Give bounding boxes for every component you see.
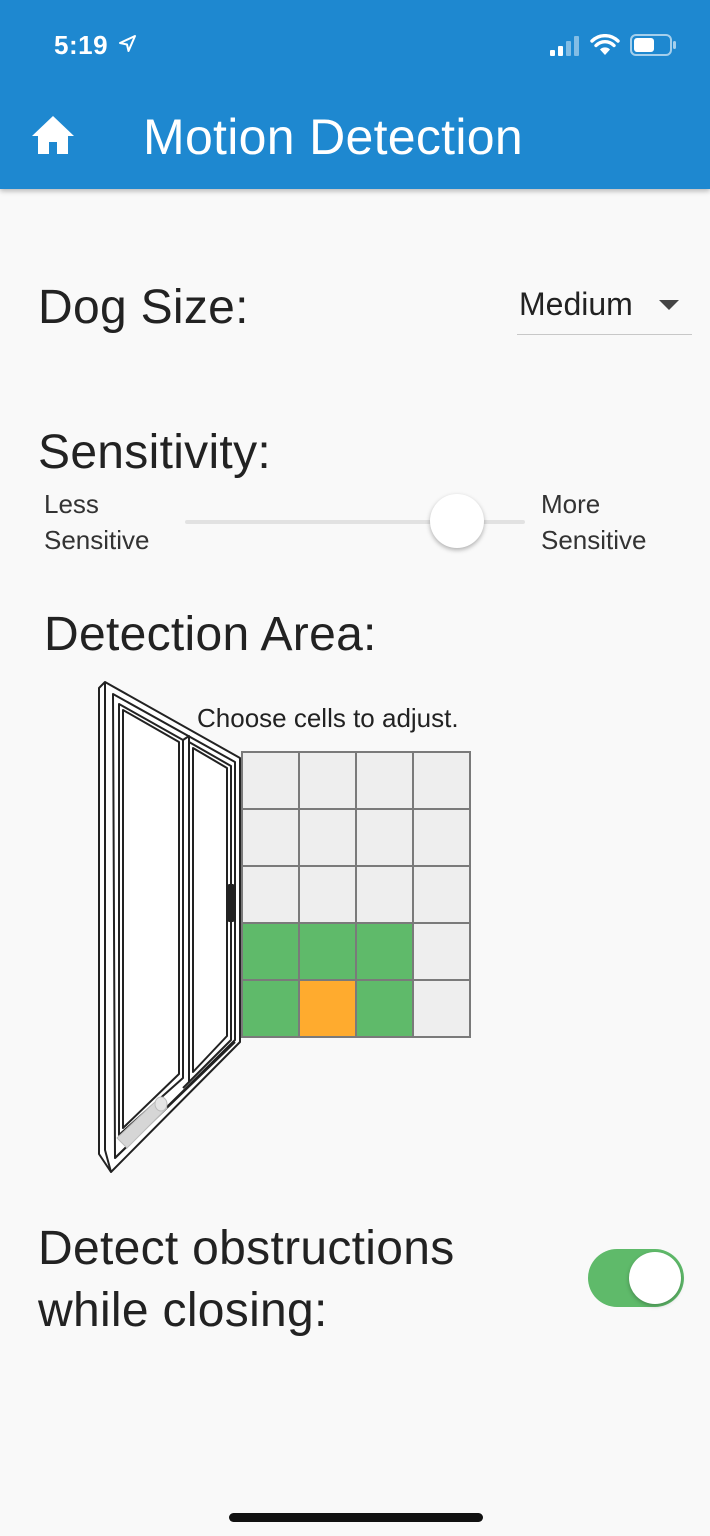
home-icon[interactable] (30, 114, 76, 156)
location-arrow-icon (119, 35, 136, 52)
grid-cell-r4-c4[interactable] (413, 923, 470, 980)
grid-cell-r2-c1[interactable] (242, 809, 299, 866)
wifi-icon (590, 34, 620, 55)
detect-obstructions-toggle[interactable] (588, 1249, 684, 1307)
home-indicator[interactable] (229, 1513, 483, 1522)
dog-size-label: Dog Size: (38, 281, 249, 334)
grid-cell-r2-c4[interactable] (413, 809, 470, 866)
status-time: 5:19 (54, 30, 109, 60)
grid-cell-r5-c1[interactable] (242, 980, 299, 1037)
battery-icon (630, 34, 676, 56)
grid-cell-r1-c3[interactable] (356, 752, 413, 809)
page-title: Motion Detection (143, 109, 523, 165)
detection-area-label: Detection Area: (44, 608, 377, 661)
slider-thumb[interactable] (430, 494, 484, 548)
grid-cell-r4-c2[interactable] (299, 923, 356, 980)
detection-instruction: Choose cells to adjust. (197, 703, 459, 733)
signal-icon (550, 36, 579, 56)
more-sensitive-label: More Sensitive (541, 489, 647, 555)
grid-cell-r1-c1[interactable] (242, 752, 299, 809)
app-bar: 5:19 Motion Detection (0, 0, 710, 189)
toggle-knob[interactable] (629, 1252, 681, 1304)
chevron-down-icon (659, 300, 679, 310)
grid-cell-r4-c3[interactable] (356, 923, 413, 980)
grid-cell-r4-c1[interactable] (242, 923, 299, 980)
grid-cell-r2-c2[interactable] (299, 809, 356, 866)
sensitivity-slider[interactable] (185, 494, 525, 550)
dog-size-value: Medium (519, 286, 633, 322)
grid-cell-r5-c3[interactable] (356, 980, 413, 1037)
detection-grid (241, 751, 471, 1038)
dog-size-dropdown[interactable]: Medium (517, 280, 692, 335)
sensitivity-label: Sensitivity: (38, 426, 272, 479)
grid-cell-r3-c3[interactable] (356, 866, 413, 923)
sliding-door-illustration (98, 681, 241, 1173)
less-sensitive-label: Less Sensitive (44, 489, 150, 555)
grid-cell-r1-c4[interactable] (413, 752, 470, 809)
grid-cell-r5-c4[interactable] (413, 980, 470, 1037)
grid-cell-r3-c2[interactable] (299, 866, 356, 923)
grid-cell-r5-c2[interactable] (299, 980, 356, 1037)
detect-obstructions-label: Detect obstructions while closing: (38, 1222, 455, 1337)
grid-cell-r2-c3[interactable] (356, 809, 413, 866)
grid-cell-r1-c2[interactable] (299, 752, 356, 809)
grid-cell-r3-c1[interactable] (242, 866, 299, 923)
grid-cell-r3-c4[interactable] (413, 866, 470, 923)
